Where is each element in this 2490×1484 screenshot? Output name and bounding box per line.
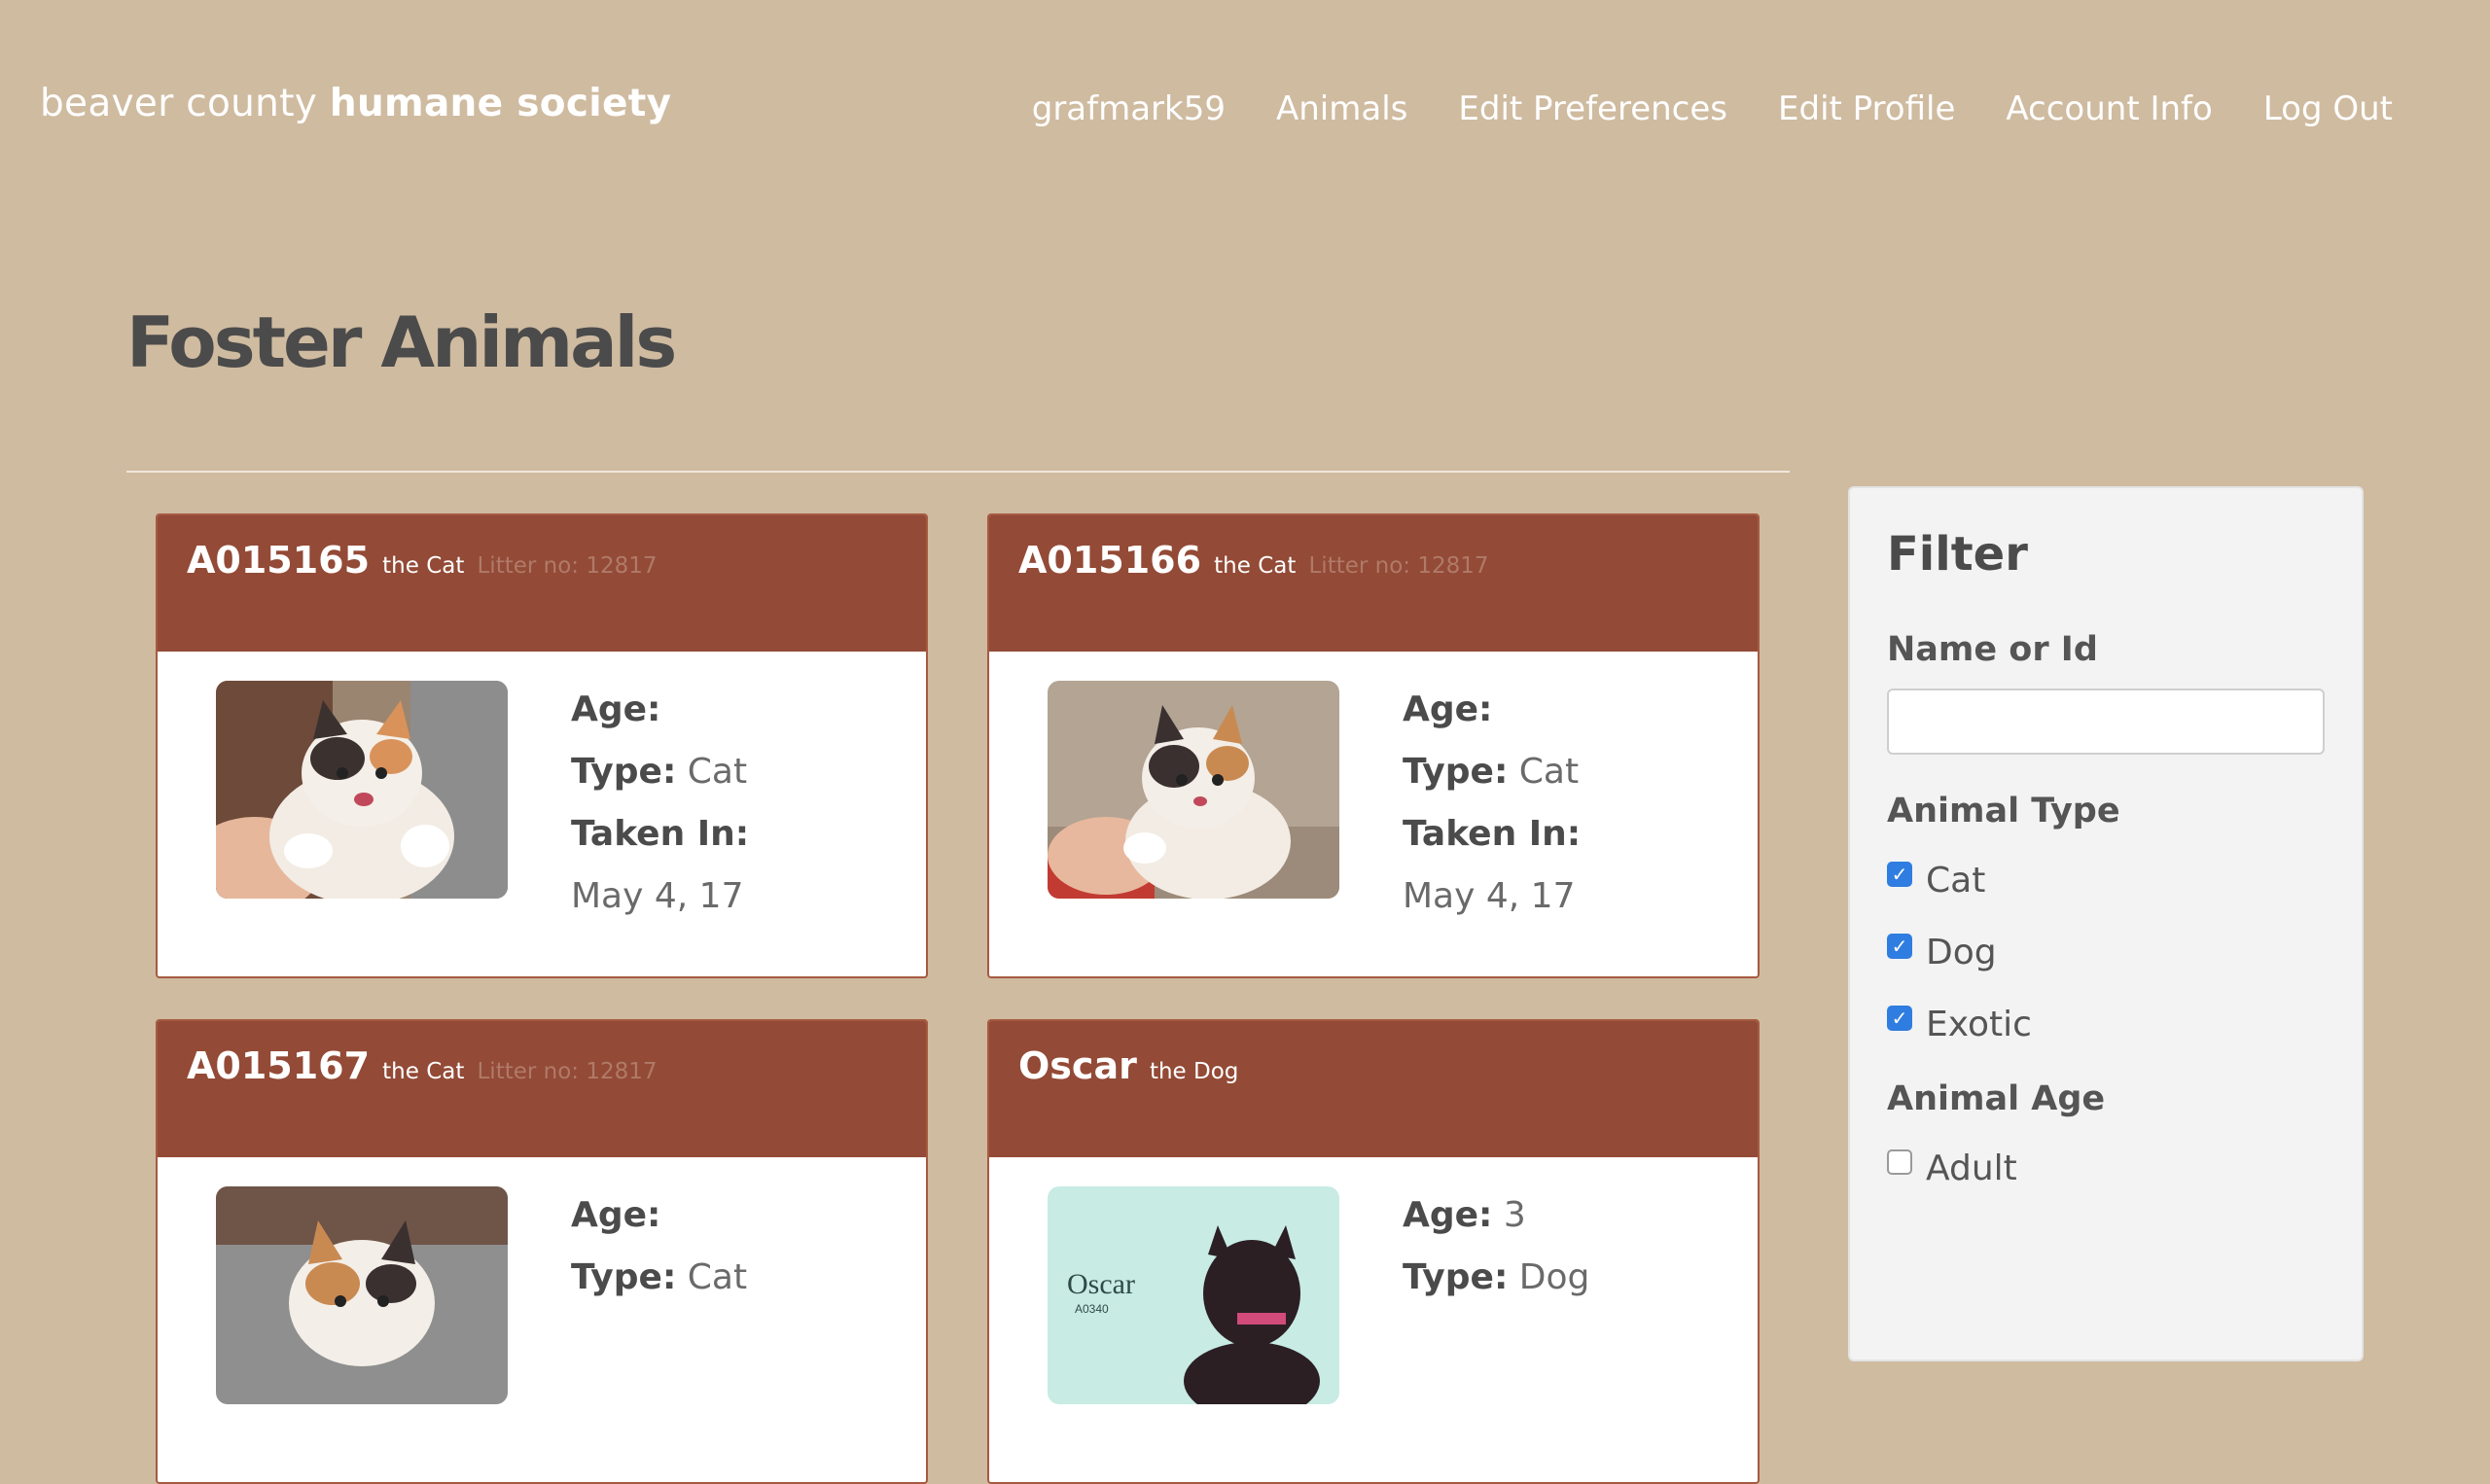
type-row: Type: Cat <box>571 1256 747 1319</box>
age-label: Age: <box>571 1195 661 1235</box>
animal-info: Age: 3 Type: Dog <box>1403 1194 1589 1319</box>
taken-in-label: Taken In: <box>1403 814 1582 854</box>
taken-in-label: Taken In: <box>571 814 750 854</box>
type-value: Cat <box>687 1257 748 1297</box>
animal-kind: the Cat <box>382 553 465 579</box>
filter-panel: Filter Name or Id Animal Type ✓ Cat ✓ Do… <box>1848 486 2364 1361</box>
nav-animals[interactable]: Animals <box>1276 89 1407 128</box>
age-row: Age: 3 <box>1403 1194 1589 1256</box>
taken-in-date-row: May 4, 17 <box>1403 875 1581 937</box>
brand-light: beaver county <box>40 82 318 125</box>
animal-photo[interactable] <box>216 681 508 899</box>
name-or-id-label: Name or Id <box>1887 630 2098 669</box>
site-brand[interactable]: beaver county humane society <box>40 82 671 125</box>
animal-photo[interactable]: Oscar A0340 <box>1048 1186 1339 1404</box>
age-row: Age: <box>571 1194 747 1256</box>
animal-kind: the Cat <box>382 1059 465 1084</box>
taken-in-value: May 4, 17 <box>571 876 744 916</box>
top-nav: grafmark59 Animals Edit Preferences Edit… <box>1032 89 2393 128</box>
animal-name[interactable]: Oscar <box>1018 1044 1137 1087</box>
filter-option-cat[interactable]: ✓ Cat <box>1887 844 2325 916</box>
type-value: Dog <box>1518 1257 1590 1297</box>
title-divider <box>126 471 1790 473</box>
age-label: Age: <box>571 689 661 729</box>
checkbox-unchecked-icon[interactable] <box>1887 1149 1912 1175</box>
animal-name[interactable]: A015166 <box>1018 539 1201 582</box>
name-or-id-input[interactable] <box>1887 689 2325 755</box>
age-label: Age: <box>1403 1195 1493 1235</box>
animal-type-label: Animal Type <box>1887 792 2120 830</box>
animal-photo[interactable] <box>216 1186 508 1404</box>
nav-edit-preferences[interactable]: Edit Preferences <box>1458 89 1727 128</box>
photo-caption: Oscar <box>1067 1268 1135 1300</box>
type-row: Type: Dog <box>1403 1256 1589 1319</box>
checkbox-checked-icon[interactable]: ✓ <box>1887 862 1912 887</box>
filter-option-dog[interactable]: ✓ Dog <box>1887 916 2325 988</box>
animal-card[interactable]: A015166 the Cat Litter no: 12817 Age: Ty… <box>987 513 1760 978</box>
page-title: Foster Animals <box>126 301 677 383</box>
card-header[interactable]: A015165 the Cat Litter no: 12817 <box>158 515 926 652</box>
litter-number: Litter no: 12817 <box>477 1059 658 1084</box>
litter-number: Litter no: 12817 <box>1308 553 1489 579</box>
brand-strong: humane society <box>329 82 672 125</box>
age-value: 3 <box>1503 1195 1526 1235</box>
filter-title: Filter <box>1887 527 2028 582</box>
nav-edit-profile[interactable]: Edit Profile <box>1778 89 1955 128</box>
checkbox-checked-icon[interactable]: ✓ <box>1887 934 1912 959</box>
animal-card[interactable]: Oscar the Dog Oscar A0340 Age: 3 Type: D… <box>987 1019 1760 1484</box>
nav-username[interactable]: grafmark59 <box>1032 89 1226 128</box>
animal-kind: the Dog <box>1149 1059 1239 1084</box>
type-label: Type: <box>1403 752 1509 792</box>
animal-card[interactable]: A015167 the Cat Litter no: 12817 Age: Ty… <box>156 1019 928 1484</box>
taken-in-row: Taken In: <box>1403 813 1581 875</box>
animal-info: Age: Type: Cat Taken In: May 4, 17 <box>1403 689 1581 937</box>
age-row: Age: <box>1403 689 1581 751</box>
animal-info: Age: Type: Cat <box>571 1194 747 1319</box>
animal-name[interactable]: A015165 <box>187 539 370 582</box>
type-value: Cat <box>1518 752 1580 792</box>
animal-photo[interactable] <box>1048 681 1339 899</box>
checkbox-checked-icon[interactable]: ✓ <box>1887 1006 1912 1031</box>
animal-card[interactable]: A015165 the Cat Litter no: 12817 Age: Ty… <box>156 513 928 978</box>
filter-option-label: Adult <box>1926 1148 2017 1188</box>
litter-number: Litter no: 12817 <box>477 553 658 579</box>
card-header[interactable]: Oscar the Dog <box>989 1021 1758 1157</box>
filter-option-adult[interactable]: Adult <box>1887 1132 2325 1204</box>
filter-option-label: Cat <box>1926 860 1986 901</box>
filter-option-label: Dog <box>1926 932 1997 972</box>
card-header[interactable]: A015166 the Cat Litter no: 12817 <box>989 515 1758 652</box>
filter-option-exotic[interactable]: ✓ Exotic <box>1887 988 2325 1060</box>
age-label: Age: <box>1403 689 1493 729</box>
taken-in-date-row: May 4, 17 <box>571 875 749 937</box>
taken-in-row: Taken In: <box>571 813 749 875</box>
animal-name[interactable]: A015167 <box>187 1044 370 1087</box>
type-label: Type: <box>571 752 677 792</box>
animal-kind: the Cat <box>1214 553 1297 579</box>
type-row: Type: Cat <box>1403 751 1581 813</box>
taken-in-value: May 4, 17 <box>1403 876 1576 916</box>
nav-account-info[interactable]: Account Info <box>2006 89 2212 128</box>
photo-subcaption: A0340 <box>1075 1302 1109 1316</box>
type-row: Type: Cat <box>571 751 749 813</box>
filter-option-label: Exotic <box>1926 1004 2032 1044</box>
age-row: Age: <box>571 689 749 751</box>
card-header[interactable]: A015167 the Cat Litter no: 12817 <box>158 1021 926 1157</box>
animal-info: Age: Type: Cat Taken In: May 4, 17 <box>571 689 749 937</box>
animal-age-label: Animal Age <box>1887 1079 2106 1118</box>
type-value: Cat <box>687 752 748 792</box>
type-label: Type: <box>1403 1257 1509 1297</box>
nav-log-out[interactable]: Log Out <box>2263 89 2393 128</box>
type-label: Type: <box>571 1257 677 1297</box>
